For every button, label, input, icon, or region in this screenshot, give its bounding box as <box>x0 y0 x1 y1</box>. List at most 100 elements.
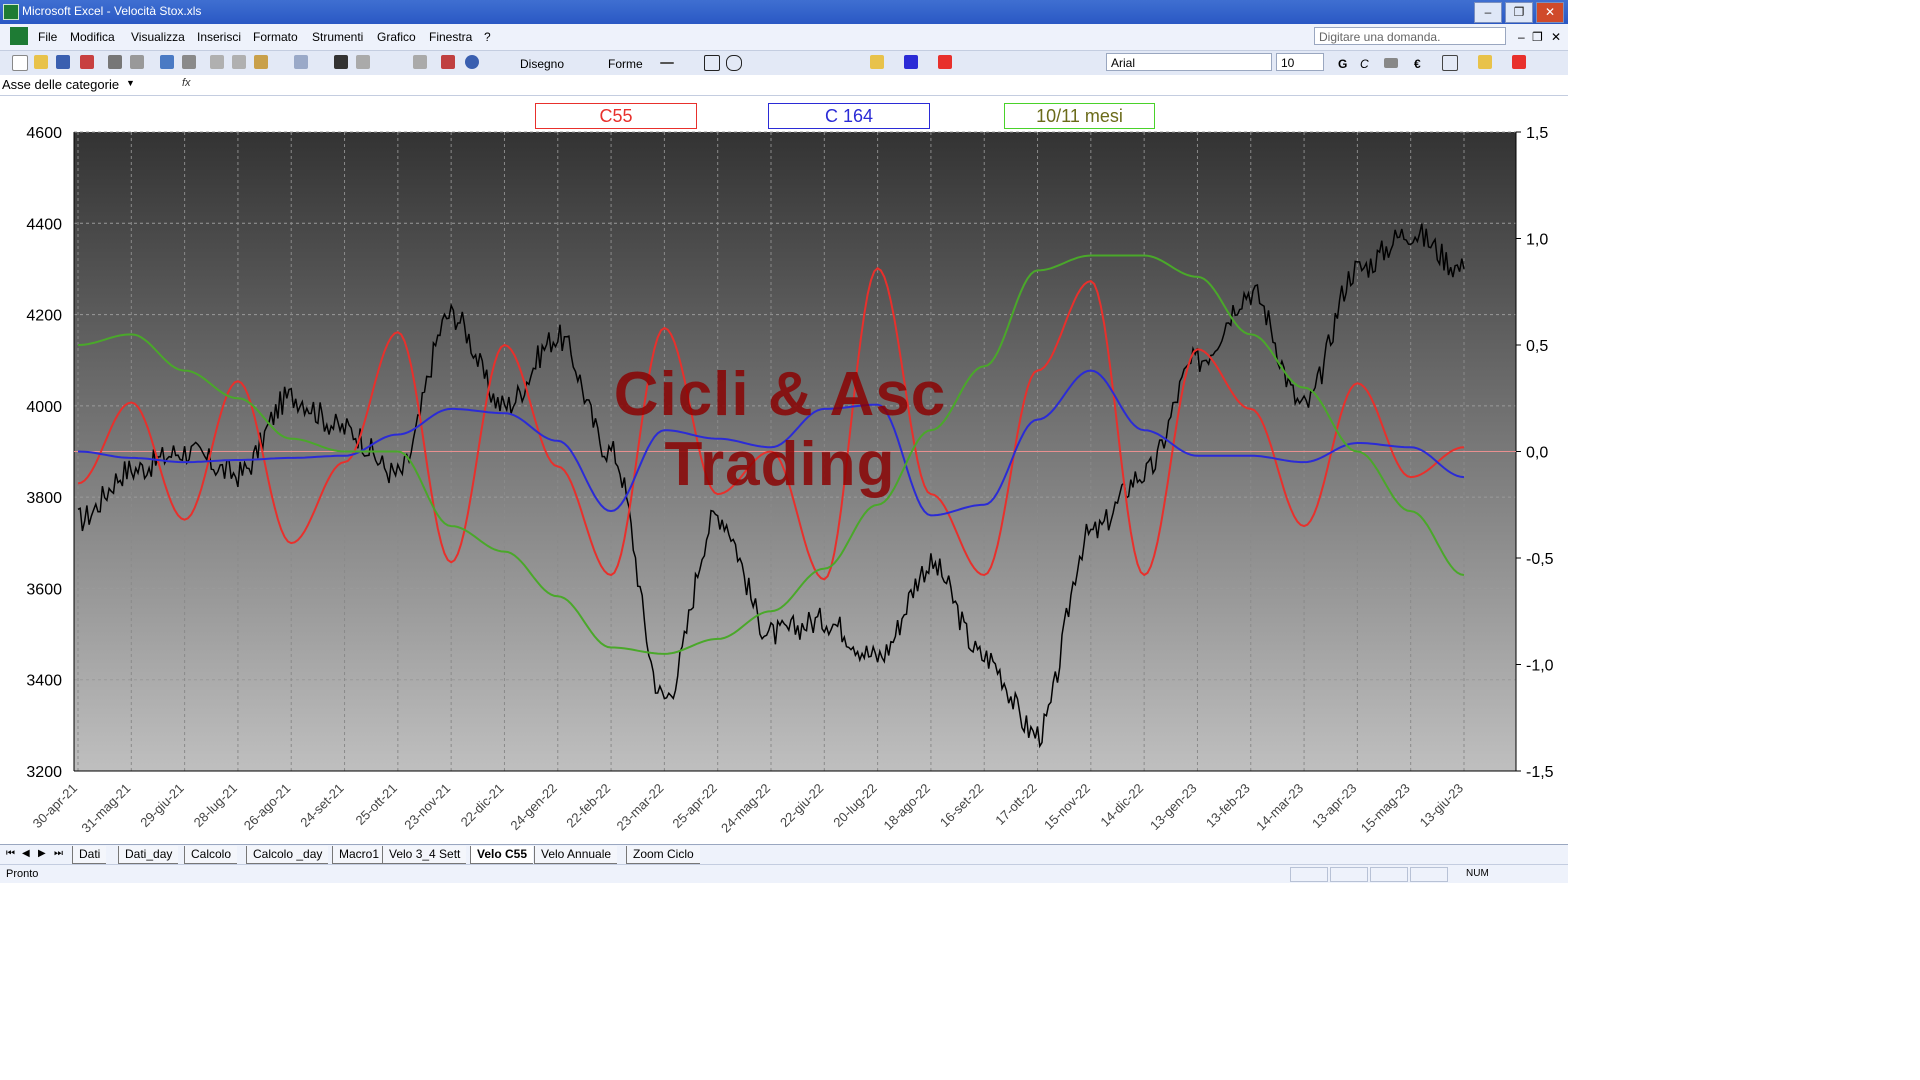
minimize-button[interactable]: – <box>1474 2 1502 23</box>
x-tick-label: 29-giu-21 <box>137 781 186 830</box>
font-color-icon[interactable] <box>938 55 952 69</box>
align-icon[interactable] <box>1384 58 1398 68</box>
borders-icon[interactable] <box>1442 55 1458 71</box>
paste-icon[interactable] <box>254 55 268 69</box>
font-color-icon-2[interactable] <box>1512 55 1526 69</box>
restore-button[interactable]: ❐ <box>1505 2 1533 23</box>
menu-visualizza[interactable]: Visualizza <box>131 30 185 44</box>
menu-grafico[interactable]: Grafico <box>377 30 416 44</box>
sheet-tab[interactable]: Velo C55 <box>470 846 534 864</box>
line-color-icon[interactable] <box>904 55 918 69</box>
close-button[interactable]: ✕ <box>1536 2 1564 23</box>
first-sheet-icon[interactable]: ⏮ <box>6 848 15 859</box>
x-tick-label: 15-nov-22 <box>1041 781 1093 833</box>
right-tick-label: 1,5 <box>1526 125 1548 142</box>
x-tick-label: 13-giu-23 <box>1417 781 1466 830</box>
sheet-tab[interactable]: Velo 3_4 Sett <box>382 846 467 864</box>
oval-tool-icon[interactable] <box>726 55 742 71</box>
sheet-tab[interactable]: Dati <box>72 846 107 864</box>
autosum-icon[interactable] <box>356 55 370 69</box>
function-icon[interactable]: fx <box>182 77 198 93</box>
bold-button[interactable]: G <box>1338 57 1347 71</box>
menu-modifica[interactable]: Modifica <box>70 30 115 44</box>
rectangle-tool-icon[interactable] <box>704 55 720 71</box>
spelling-icon[interactable] <box>160 55 174 69</box>
menu-inserisci[interactable]: Inserisci <box>197 30 241 44</box>
num-lock-indicator: NUM <box>1466 868 1489 879</box>
x-tick-label: 15-mag-23 <box>1358 781 1413 836</box>
next-sheet-icon[interactable]: ▶ <box>38 848 46 859</box>
right-tick-label: -1,5 <box>1526 764 1554 781</box>
x-tick-label: 31-mag-21 <box>78 781 133 836</box>
legend-c164[interactable]: C 164 <box>768 103 930 129</box>
right-tick-label: -1,0 <box>1526 658 1554 675</box>
menu-finestra[interactable]: Finestra <box>429 30 472 44</box>
x-tick-label: 24-gen-22 <box>507 781 560 834</box>
sheet-tab[interactable]: Dati_day <box>118 846 179 864</box>
minimize-doc-icon[interactable]: – <box>1518 30 1525 44</box>
save-icon[interactable] <box>56 55 70 69</box>
euro-icon[interactable]: € <box>1414 57 1421 71</box>
standard-toolbar: Disegno Forme Arial 10 G C € <box>0 51 1568 76</box>
hyperlink-icon[interactable] <box>334 55 348 69</box>
x-tick-label: 30-apr-21 <box>30 781 80 831</box>
sheet-tab[interactable]: Zoom Ciclo <box>626 846 700 864</box>
x-tick-label: 22-dic-21 <box>458 781 507 830</box>
workbook-icon[interactable] <box>10 27 28 45</box>
sheet-tab[interactable]: Calcolo _day <box>246 846 329 864</box>
undo-icon[interactable] <box>294 55 308 69</box>
status-box <box>1290 867 1328 882</box>
chevron-down-icon[interactable]: ▼ <box>126 78 135 88</box>
left-tick-label: 3200 <box>26 764 62 781</box>
italic-button[interactable]: C <box>1360 57 1369 71</box>
disegno-menu[interactable]: Disegno <box>520 57 564 71</box>
x-tick-label: 28-lug-21 <box>191 781 240 830</box>
help-icon[interactable] <box>465 55 479 69</box>
prev-sheet-icon[interactable]: ◀ <box>22 848 30 859</box>
name-box[interactable]: Asse delle categorie <box>0 75 138 94</box>
open-icon[interactable] <box>34 55 48 69</box>
sheet-tab[interactable]: Velo Annuale <box>534 846 618 864</box>
sheet-tab[interactable]: Calcolo <box>184 846 238 864</box>
forme-menu[interactable]: Forme <box>608 57 643 71</box>
print-preview-icon[interactable] <box>130 55 144 69</box>
window-titlebar: Microsoft Excel - Velocità Stox.xls – ❐ … <box>0 0 1568 24</box>
x-tick-label: 24-mag-22 <box>718 781 773 836</box>
right-tick-label: -0,5 <box>1526 551 1554 568</box>
font-name-select[interactable]: Arial <box>1106 53 1272 71</box>
restore-doc-icon[interactable]: ❐ <box>1532 30 1543 44</box>
status-text: Pronto <box>6 868 39 880</box>
left-tick-label: 3600 <box>26 581 62 598</box>
menu-formato[interactable]: Formato <box>253 30 298 44</box>
menu-file[interactable]: File <box>38 30 57 44</box>
print-icon[interactable] <box>108 55 122 69</box>
font-size-select[interactable]: 10 <box>1276 53 1324 71</box>
sheet-tab[interactable]: Macro1 <box>332 846 386 864</box>
sort-icon[interactable] <box>413 55 427 69</box>
research-icon[interactable] <box>182 55 196 69</box>
permission-icon[interactable] <box>80 55 94 69</box>
menu-strumenti[interactable]: Strumenti <box>312 30 363 44</box>
x-tick-label: 22-giu-22 <box>777 781 826 830</box>
status-box <box>1370 867 1408 882</box>
sheet-tabs-bar: ⏮ ◀ ▶ ⏭ Dati Dati_day Calcolo Calcolo _day M… <box>0 844 1568 865</box>
legend-10-11-mesi[interactable]: 10/11 mesi <box>1004 103 1155 129</box>
line-tool-icon[interactable] <box>660 62 674 64</box>
fill-color-icon[interactable] <box>870 55 884 69</box>
legend-c55[interactable]: C55 <box>535 103 697 129</box>
x-tick-label: 22-feb-22 <box>563 781 613 831</box>
last-sheet-icon[interactable]: ⏭ <box>54 848 63 859</box>
left-tick-label: 4400 <box>26 216 62 233</box>
new-icon[interactable] <box>12 55 28 71</box>
menu-help[interactable]: ? <box>484 30 491 44</box>
status-box <box>1330 867 1368 882</box>
copy-icon[interactable] <box>232 55 246 69</box>
close-doc-icon[interactable]: ✕ <box>1551 30 1561 44</box>
status-box <box>1410 867 1448 882</box>
ask-question-input[interactable]: Digitare una domanda. <box>1314 27 1506 45</box>
x-tick-label: 25-apr-22 <box>669 781 719 831</box>
cut-icon[interactable] <box>210 55 224 69</box>
fill-color-icon-2[interactable] <box>1478 55 1492 69</box>
chart-wizard-icon[interactable] <box>441 55 455 69</box>
chart-area[interactable]: 4600 4400 4200 4000 3800 3600 3400 3200 30-apr-2… <box>0 96 1568 844</box>
